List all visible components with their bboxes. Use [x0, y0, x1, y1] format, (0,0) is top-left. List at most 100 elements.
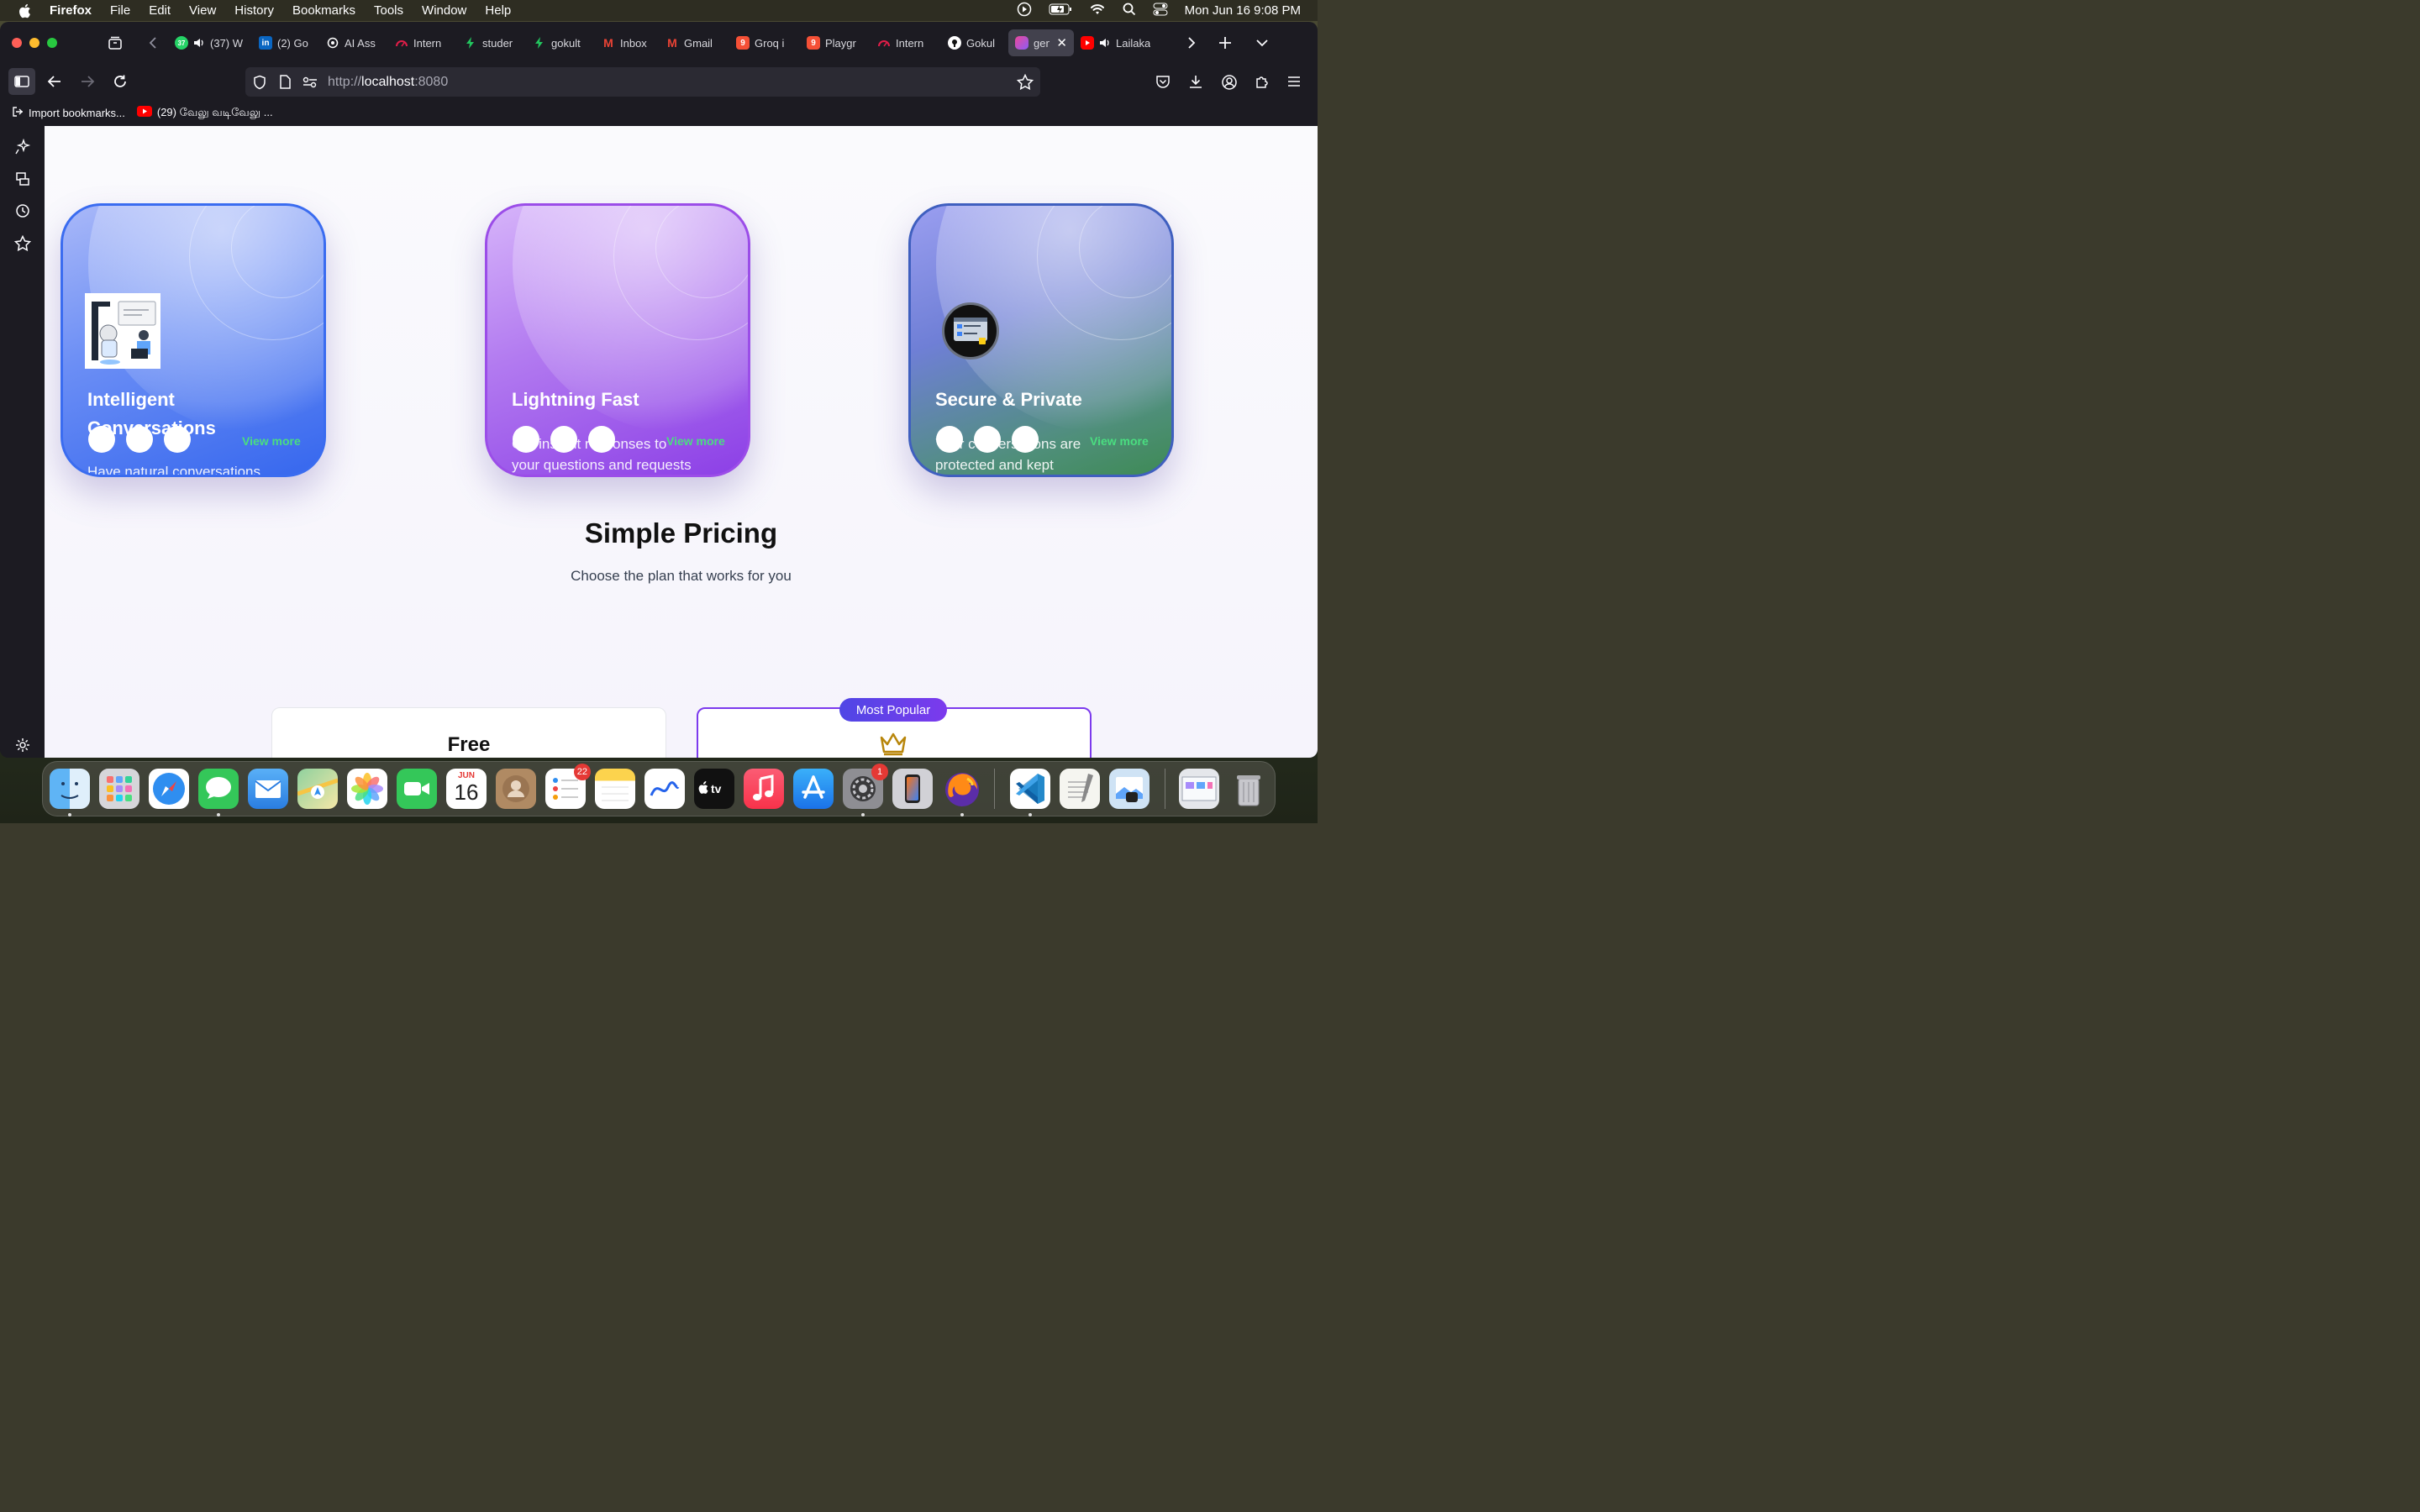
tab-13[interactable]: Lailaka [1074, 29, 1158, 56]
site-permissions-icon[interactable] [302, 76, 318, 88]
bookmark-youtube[interactable]: (29) வேலு வடிவேலு ... [136, 106, 273, 120]
ai-chatbot-sparkle-icon[interactable] [10, 134, 35, 160]
close-window-button[interactable] [12, 38, 22, 48]
dot[interactable] [513, 426, 539, 453]
spotlight-search-icon[interactable] [1123, 3, 1136, 19]
apple-tv-icon[interactable]: tv [694, 769, 734, 809]
close-tab-icon[interactable]: ✕ [1056, 35, 1067, 50]
photos-icon[interactable] [347, 769, 387, 809]
view-more-link[interactable]: View more [666, 434, 725, 448]
finder-icon[interactable] [50, 769, 90, 809]
speaker-icon[interactable] [193, 38, 205, 48]
mail-icon[interactable] [248, 769, 288, 809]
tab-8[interactable]: 9 Groq i [729, 29, 800, 56]
dot[interactable] [126, 426, 153, 453]
music-icon[interactable] [744, 769, 784, 809]
url-text[interactable]: http://localhost:8080 [328, 75, 448, 90]
firefox-icon[interactable] [942, 769, 982, 809]
dot[interactable] [550, 426, 577, 453]
apple-icon[interactable] [18, 3, 33, 18]
pocket-icon[interactable] [1155, 75, 1171, 93]
feature-card-lightning-fast[interactable]: Lightning Fast Get instant responses to … [485, 203, 750, 477]
trash-icon[interactable] [1228, 769, 1269, 809]
tab-5[interactable]: gokult [526, 29, 595, 56]
system-settings-icon[interactable]: 1 [843, 764, 888, 809]
tab-3[interactable]: Intern [388, 29, 457, 56]
maps-icon[interactable] [297, 769, 339, 809]
play-icon[interactable] [1017, 2, 1032, 20]
tab-overview-icon[interactable] [108, 35, 123, 55]
bookmarks-star-icon[interactable] [10, 230, 35, 255]
menu-file[interactable]: File [110, 3, 130, 18]
bookmark-import[interactable]: Import bookmarks... [12, 106, 125, 120]
textedit-icon[interactable] [1060, 769, 1100, 809]
freeform-icon[interactable] [644, 769, 685, 809]
dot[interactable] [88, 426, 115, 453]
dot[interactable] [974, 426, 1001, 453]
tab-9[interactable]: 9 Playgr [800, 29, 871, 56]
menu-tools[interactable]: Tools [374, 3, 403, 18]
scroll-tabs-left-icon[interactable] [148, 35, 158, 55]
messages-icon[interactable] [198, 769, 239, 809]
bookmark-star-icon[interactable] [1017, 74, 1034, 90]
dot[interactable] [588, 426, 615, 453]
calendar-icon[interactable]: JUN 16 [446, 769, 487, 809]
wifi-icon[interactable] [1089, 3, 1106, 19]
tab-6[interactable]: M Inbox [595, 29, 659, 56]
sidebar-toggle-button[interactable] [8, 68, 35, 95]
new-tab-icon[interactable] [1218, 35, 1233, 55]
tab-7[interactable]: M Gmail [659, 29, 729, 56]
app-menu-icon[interactable] [1287, 76, 1301, 92]
speaker-icon[interactable] [1099, 38, 1111, 48]
downloads-stack-icon[interactable] [1179, 769, 1219, 809]
control-center-icon[interactable] [1153, 3, 1168, 19]
menu-view[interactable]: View [189, 3, 216, 18]
tracking-protection-shield-icon[interactable] [252, 75, 267, 90]
list-all-tabs-icon[interactable] [1255, 37, 1269, 52]
menu-help[interactable]: Help [485, 3, 511, 18]
tab-10[interactable]: Intern [871, 29, 941, 56]
forward-button[interactable] [74, 68, 101, 95]
menu-bookmarks[interactable]: Bookmarks [292, 3, 355, 18]
menu-window[interactable]: Window [422, 3, 466, 18]
tab-0[interactable]: 37 (37) W [168, 29, 252, 56]
view-more-link[interactable]: View more [1090, 434, 1149, 448]
vscode-icon[interactable] [1010, 769, 1050, 809]
tab-11[interactable]: Gokul [941, 29, 1008, 56]
page-info-icon[interactable] [279, 75, 291, 89]
app-store-icon[interactable] [793, 769, 834, 809]
feature-card-secure-private[interactable]: Secure & Private Your conversations are … [908, 203, 1174, 477]
url-bar[interactable]: http://localhost:8080 [245, 67, 1040, 97]
contacts-icon[interactable] [496, 769, 536, 809]
notes-icon[interactable] [595, 769, 635, 809]
menu-app-name[interactable]: Firefox [50, 3, 92, 18]
synced-tabs-icon[interactable] [10, 166, 35, 192]
battery-icon[interactable] [1049, 3, 1072, 18]
downloads-icon[interactable] [1188, 74, 1203, 93]
iphone-mirroring-icon[interactable] [892, 769, 933, 809]
maximize-window-button[interactable] [47, 38, 57, 48]
menu-history[interactable]: History [234, 3, 274, 18]
preview-icon[interactable] [1109, 769, 1150, 809]
extensions-icon[interactable] [1255, 74, 1270, 93]
feature-card-intelligent-conversations[interactable]: Intelligent Conversations Have natural c… [60, 203, 326, 477]
reminders-icon[interactable]: 22 [545, 764, 591, 809]
tab-12[interactable]: gen ✕ [1008, 29, 1074, 56]
view-more-link[interactable]: View more [242, 434, 301, 448]
history-clock-icon[interactable] [10, 198, 35, 223]
back-button[interactable] [41, 68, 68, 95]
scroll-tabs-right-icon[interactable] [1186, 35, 1197, 55]
dot[interactable] [164, 426, 191, 453]
launchpad-icon[interactable] [99, 769, 139, 809]
menu-edit[interactable]: Edit [149, 3, 171, 18]
dot[interactable] [936, 426, 963, 453]
safari-icon[interactable] [149, 769, 189, 809]
facetime-icon[interactable] [397, 769, 437, 809]
plan-card-free[interactable]: Free [271, 707, 666, 758]
dot[interactable] [1012, 426, 1039, 453]
menubar-clock[interactable]: Mon Jun 16 9:08 PM [1185, 3, 1301, 18]
tab-1[interactable]: in (2) Go [252, 29, 319, 56]
minimize-window-button[interactable] [29, 38, 39, 48]
tab-4[interactable]: studer [457, 29, 526, 56]
account-icon[interactable] [1221, 74, 1238, 95]
